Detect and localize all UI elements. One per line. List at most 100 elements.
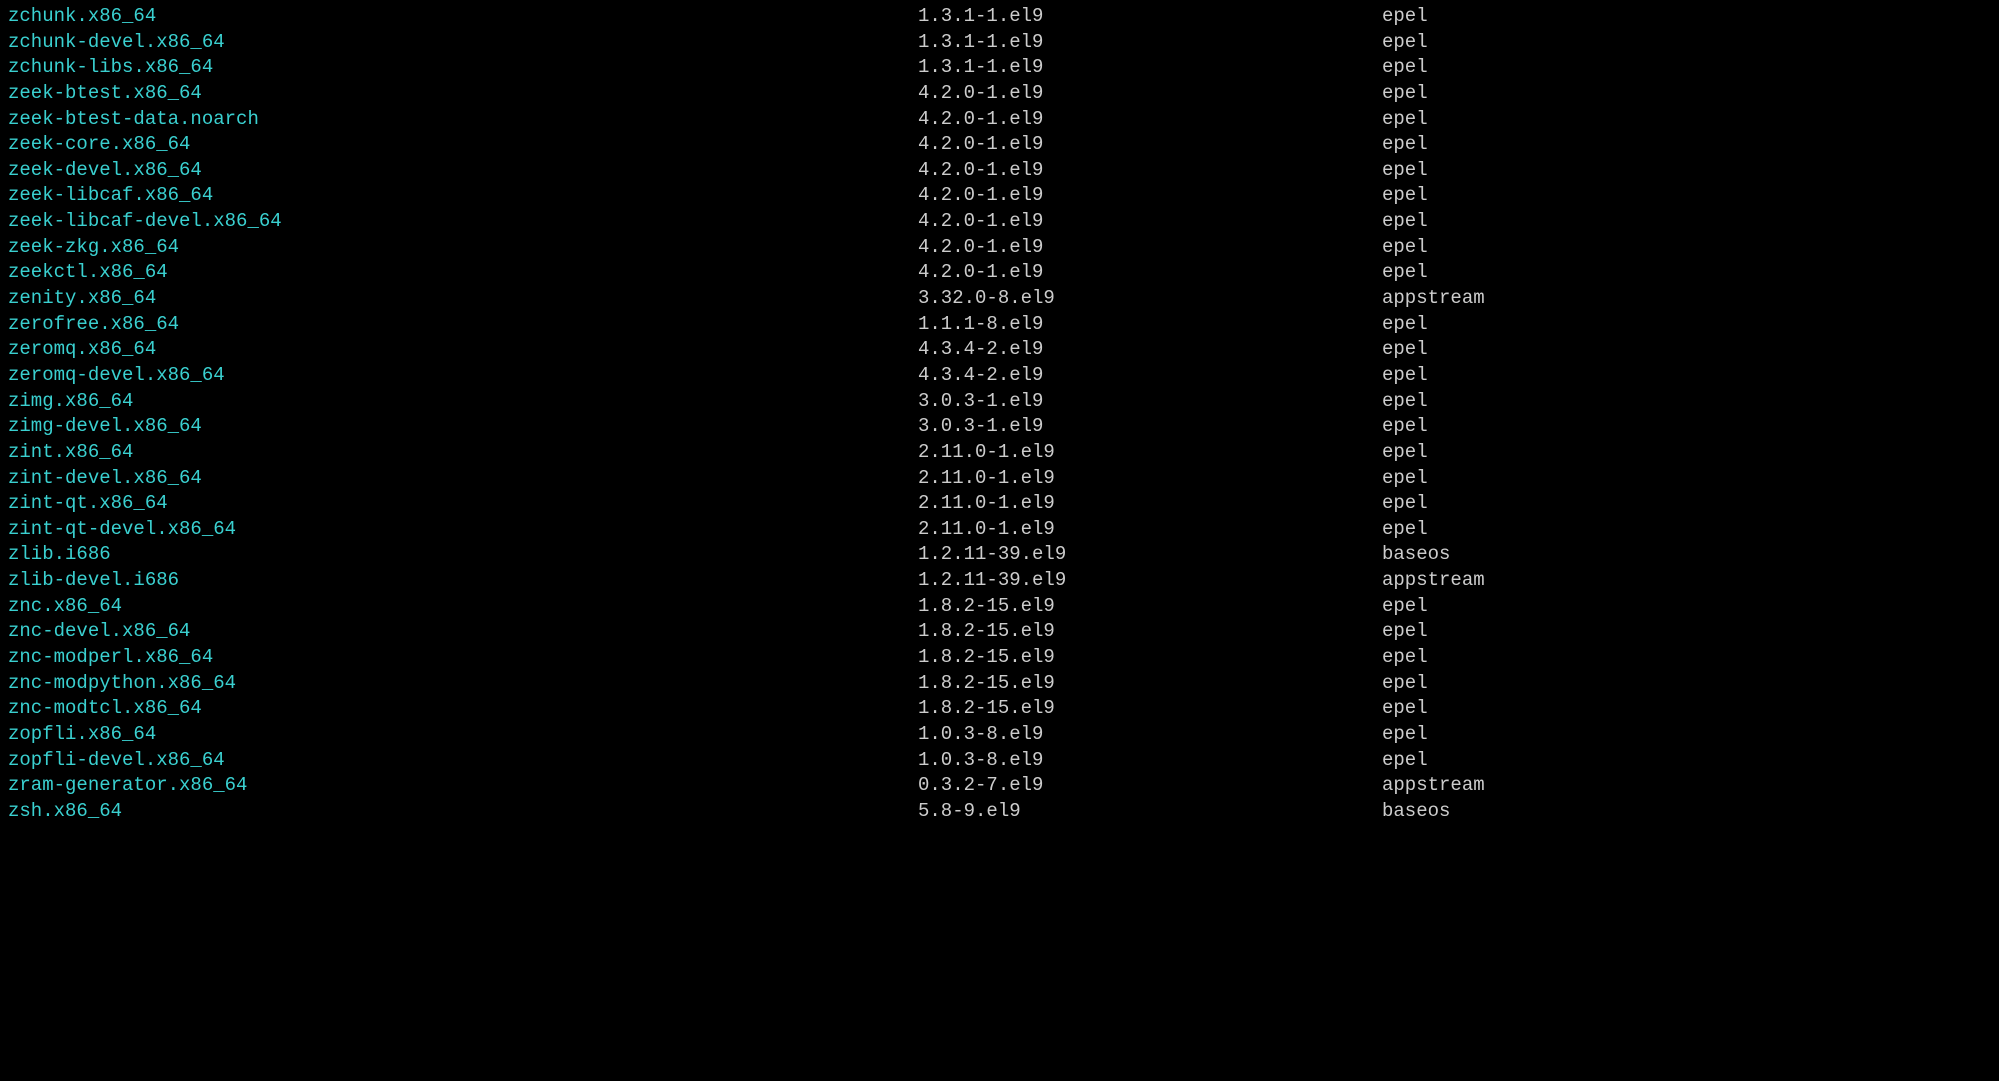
package-repo: epel	[1382, 491, 1428, 517]
package-name: zchunk-libs.x86_64	[0, 55, 918, 81]
package-repo: epel	[1382, 517, 1428, 543]
package-repo: epel	[1382, 183, 1428, 209]
package-row: zchunk.x86_641.3.1-1.el9epel	[0, 4, 1999, 30]
package-name: zchunk-devel.x86_64	[0, 30, 918, 56]
package-name: zenity.x86_64	[0, 286, 918, 312]
package-name: zeek-core.x86_64	[0, 132, 918, 158]
package-repo: epel	[1382, 594, 1428, 620]
package-version: 3.32.0-8.el9	[918, 286, 1382, 312]
package-row: zchunk-devel.x86_641.3.1-1.el9epel	[0, 30, 1999, 56]
package-name: zint-qt-devel.x86_64	[0, 517, 918, 543]
package-version: 1.1.1-8.el9	[918, 312, 1382, 338]
package-row: zeek-btest.x86_644.2.0-1.el9epel	[0, 81, 1999, 107]
package-row: zsh.x86_645.8-9.el9baseos	[0, 799, 1999, 825]
package-row: zchunk-libs.x86_641.3.1-1.el9epel	[0, 55, 1999, 81]
package-repo: epel	[1382, 389, 1428, 415]
package-version: 0.3.2-7.el9	[918, 773, 1382, 799]
package-name: zeek-libcaf-devel.x86_64	[0, 209, 918, 235]
package-version: 2.11.0-1.el9	[918, 440, 1382, 466]
terminal-output: zchunk.x86_641.3.1-1.el9epelzchunk-devel…	[0, 4, 1999, 825]
package-repo: epel	[1382, 312, 1428, 338]
package-row: zeek-core.x86_644.2.0-1.el9epel	[0, 132, 1999, 158]
package-repo: epel	[1382, 671, 1428, 697]
package-repo: epel	[1382, 235, 1428, 261]
package-repo: epel	[1382, 748, 1428, 774]
package-repo: baseos	[1382, 799, 1450, 825]
package-version: 1.8.2-15.el9	[918, 696, 1382, 722]
package-repo: epel	[1382, 696, 1428, 722]
package-version: 2.11.0-1.el9	[918, 491, 1382, 517]
package-repo: epel	[1382, 466, 1428, 492]
package-row: zeromq-devel.x86_644.3.4-2.el9epel	[0, 363, 1999, 389]
package-name: znc.x86_64	[0, 594, 918, 620]
package-version: 1.2.11-39.el9	[918, 568, 1382, 594]
package-repo: appstream	[1382, 773, 1485, 799]
package-name: znc-devel.x86_64	[0, 619, 918, 645]
package-row: znc.x86_641.8.2-15.el9epel	[0, 594, 1999, 620]
package-name: zimg-devel.x86_64	[0, 414, 918, 440]
package-row: zopfli-devel.x86_641.0.3-8.el9epel	[0, 748, 1999, 774]
package-repo: baseos	[1382, 542, 1450, 568]
package-version: 1.8.2-15.el9	[918, 619, 1382, 645]
package-version: 1.8.2-15.el9	[918, 671, 1382, 697]
package-row: zint-qt.x86_642.11.0-1.el9epel	[0, 491, 1999, 517]
package-version: 1.8.2-15.el9	[918, 645, 1382, 671]
package-repo: epel	[1382, 260, 1428, 286]
package-row: zlib.i6861.2.11-39.el9baseos	[0, 542, 1999, 568]
package-repo: epel	[1382, 107, 1428, 133]
package-repo: epel	[1382, 363, 1428, 389]
package-row: zlib-devel.i6861.2.11-39.el9appstream	[0, 568, 1999, 594]
package-name: zeromq.x86_64	[0, 337, 918, 363]
package-repo: epel	[1382, 55, 1428, 81]
package-version: 1.3.1-1.el9	[918, 30, 1382, 56]
package-repo: epel	[1382, 158, 1428, 184]
package-name: zerofree.x86_64	[0, 312, 918, 338]
package-name: zeromq-devel.x86_64	[0, 363, 918, 389]
package-version: 3.0.3-1.el9	[918, 389, 1382, 415]
package-name: zimg.x86_64	[0, 389, 918, 415]
package-repo: epel	[1382, 440, 1428, 466]
package-name: zchunk.x86_64	[0, 4, 918, 30]
package-name: zlib.i686	[0, 542, 918, 568]
package-name: zram-generator.x86_64	[0, 773, 918, 799]
package-version: 4.2.0-1.el9	[918, 260, 1382, 286]
package-name: znc-modtcl.x86_64	[0, 696, 918, 722]
package-repo: epel	[1382, 722, 1428, 748]
package-row: zeek-libcaf-devel.x86_644.2.0-1.el9epel	[0, 209, 1999, 235]
package-version: 5.8-9.el9	[918, 799, 1382, 825]
package-name: zopfli-devel.x86_64	[0, 748, 918, 774]
package-row: zopfli.x86_641.0.3-8.el9epel	[0, 722, 1999, 748]
package-row: zeek-libcaf.x86_644.2.0-1.el9epel	[0, 183, 1999, 209]
package-version: 4.2.0-1.el9	[918, 107, 1382, 133]
package-row: zint-qt-devel.x86_642.11.0-1.el9epel	[0, 517, 1999, 543]
package-version: 4.2.0-1.el9	[918, 209, 1382, 235]
package-repo: epel	[1382, 414, 1428, 440]
package-version: 1.0.3-8.el9	[918, 722, 1382, 748]
package-repo: epel	[1382, 619, 1428, 645]
package-name: zint-qt.x86_64	[0, 491, 918, 517]
package-name: zeek-devel.x86_64	[0, 158, 918, 184]
package-name: zint-devel.x86_64	[0, 466, 918, 492]
package-row: zimg-devel.x86_643.0.3-1.el9epel	[0, 414, 1999, 440]
package-version: 1.2.11-39.el9	[918, 542, 1382, 568]
package-version: 4.2.0-1.el9	[918, 158, 1382, 184]
package-version: 1.3.1-1.el9	[918, 55, 1382, 81]
package-version: 3.0.3-1.el9	[918, 414, 1382, 440]
package-name: znc-modpython.x86_64	[0, 671, 918, 697]
package-version: 2.11.0-1.el9	[918, 517, 1382, 543]
package-row: zeek-devel.x86_644.2.0-1.el9epel	[0, 158, 1999, 184]
package-repo: epel	[1382, 337, 1428, 363]
package-row: zerofree.x86_641.1.1-8.el9epel	[0, 312, 1999, 338]
package-version: 1.0.3-8.el9	[918, 748, 1382, 774]
package-name: zopfli.x86_64	[0, 722, 918, 748]
package-name: zint.x86_64	[0, 440, 918, 466]
package-name: zlib-devel.i686	[0, 568, 918, 594]
package-version: 4.3.4-2.el9	[918, 363, 1382, 389]
package-name: zeek-btest-data.noarch	[0, 107, 918, 133]
package-version: 1.8.2-15.el9	[918, 594, 1382, 620]
package-repo: epel	[1382, 30, 1428, 56]
package-name: zeekctl.x86_64	[0, 260, 918, 286]
package-row: zimg.x86_643.0.3-1.el9epel	[0, 389, 1999, 415]
package-name: zeek-btest.x86_64	[0, 81, 918, 107]
package-row: znc-modtcl.x86_641.8.2-15.el9epel	[0, 696, 1999, 722]
